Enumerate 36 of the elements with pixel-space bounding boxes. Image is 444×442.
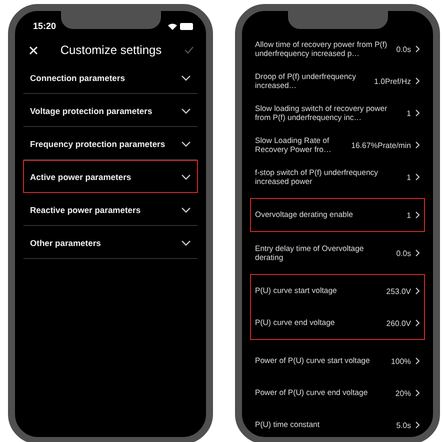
chevron-down-icon	[181, 206, 191, 212]
category-label: Reactive power parameters	[30, 204, 141, 214]
chevron-right-icon	[415, 319, 420, 327]
chevron-right-icon	[415, 421, 420, 429]
chevron-right-icon	[415, 357, 420, 365]
category-row[interactable]: Other parameters	[23, 226, 198, 259]
chevron-right-icon	[415, 141, 420, 149]
category-row[interactable]: Active power parameters	[23, 160, 198, 193]
status-time: 15:20	[33, 21, 56, 31]
wifi-icon	[168, 22, 177, 30]
category-row[interactable]: Reactive power parameters	[23, 193, 198, 226]
category-row[interactable]: Frequency protection parameters	[23, 127, 198, 160]
chevron-right-icon	[415, 109, 420, 117]
chevron-down-icon	[181, 108, 191, 114]
chevron-down-icon	[181, 174, 191, 180]
screen-title: Customize settings	[60, 43, 162, 57]
chevron-right-icon	[415, 249, 420, 257]
chevron-down-icon	[181, 74, 191, 80]
chevron-right-icon	[415, 211, 420, 219]
battery-icon	[180, 22, 194, 30]
chevron-down-icon	[181, 140, 191, 146]
chevron-down-icon	[181, 240, 191, 246]
chevron-right-icon	[415, 173, 420, 181]
chevron-right-icon	[415, 77, 420, 85]
category-label: Connection parameters	[30, 72, 125, 82]
category-label: Other parameters	[30, 238, 101, 248]
check-icon[interactable]	[184, 46, 194, 54]
category-label: Active power parameters	[30, 172, 132, 182]
category-row[interactable]: Voltage protection parameters	[23, 94, 198, 127]
category-label: Voltage protection parameters	[30, 106, 152, 116]
chevron-right-icon	[415, 389, 420, 397]
chevron-right-icon	[415, 45, 420, 53]
close-icon[interactable]	[29, 46, 38, 54]
category-label: Frequency protection parameters	[30, 138, 166, 148]
chevron-right-icon	[415, 287, 420, 295]
category-row[interactable]: Connection parameters	[23, 61, 198, 94]
